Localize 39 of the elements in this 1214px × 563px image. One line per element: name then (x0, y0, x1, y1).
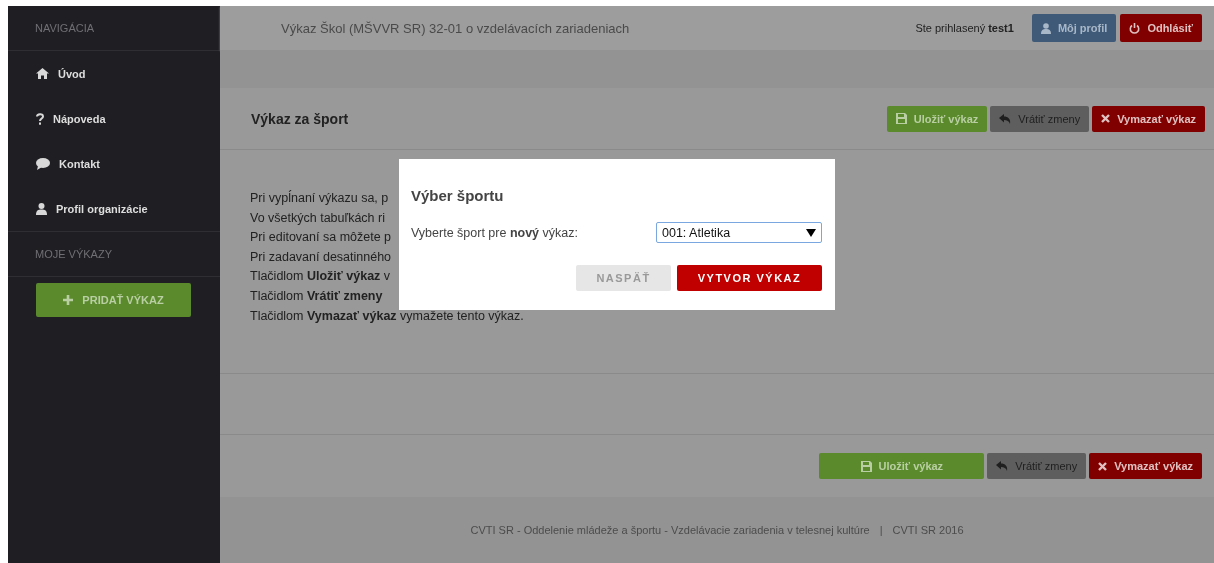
instruction-text: Vo všetkých tabuľkách ri (250, 209, 385, 227)
delete-button[interactable]: Vymazať výkaz (1089, 453, 1202, 479)
section-heading: MOJE VÝKAZY (35, 248, 113, 260)
nav-item[interactable]: Profil organizácie (8, 186, 220, 231)
instruction-text: Tlačidlom Vymazať výkaz vymažete tento výkaz. (250, 307, 524, 325)
home-icon (36, 68, 49, 79)
sport-select[interactable]: 001: Atletika (656, 222, 822, 243)
undo-arrow-icon (999, 113, 1012, 124)
user-icon (1040, 22, 1051, 34)
help-icon (36, 112, 44, 125)
app-title: Výkaz Škol (MŠVVR SR) 32-01 o vzdelávacích zariadeniach (281, 20, 631, 36)
select-label: Vyberte šport pre nový výkaz: (411, 225, 578, 240)
logout-button[interactable]: Odhlásiť (1120, 14, 1202, 42)
instruction-text: Pri zadavaní desatinného (250, 248, 392, 266)
create-button[interactable]: VYTVOR VÝKAZ (677, 265, 822, 291)
dialog-title: Výber športu (411, 187, 505, 204)
profile-button[interactable]: Môj profil (1031, 14, 1117, 42)
nav-item[interactable]: Nápoveda (8, 96, 220, 141)
section-heading: NAVIGÁCIA (35, 22, 95, 34)
instruction-text: Pri vypĺnaní výkazu sa, p (250, 189, 389, 207)
delete-button[interactable]: Vymazať výkaz (1092, 105, 1205, 132)
logged-in-user: Ste prihlasený test1 (915, 22, 1014, 34)
instruction-text: Pri editovaní sa môžete p (250, 229, 392, 247)
nav-item[interactable]: Kontakt (8, 141, 220, 186)
instruction-text: Tlačidlom Vrátiť zmeny (250, 287, 383, 305)
panel-title: Výkaz za šport (251, 110, 349, 127)
close-icon (1101, 114, 1111, 123)
undo-arrow-icon (996, 461, 1009, 471)
footer-text: CVTI SR - Oddelenie mládeže a športu - Vzdelávacie zariadenia v telesnej kultúre (470, 524, 870, 536)
footer-separator: | (879, 524, 883, 536)
nav-item[interactable]: Úvod (8, 51, 220, 96)
power-icon (1129, 22, 1141, 34)
copyright-text: CVTI SR 2016 (892, 524, 964, 536)
instruction-text: Tlačidlom Uložiť výkaz v (250, 268, 391, 286)
close-icon (1098, 461, 1108, 471)
plus-icon (63, 295, 74, 305)
speech-bubble-icon (36, 157, 50, 170)
user-icon (36, 202, 47, 215)
dropdown-arrow-icon (806, 228, 816, 237)
